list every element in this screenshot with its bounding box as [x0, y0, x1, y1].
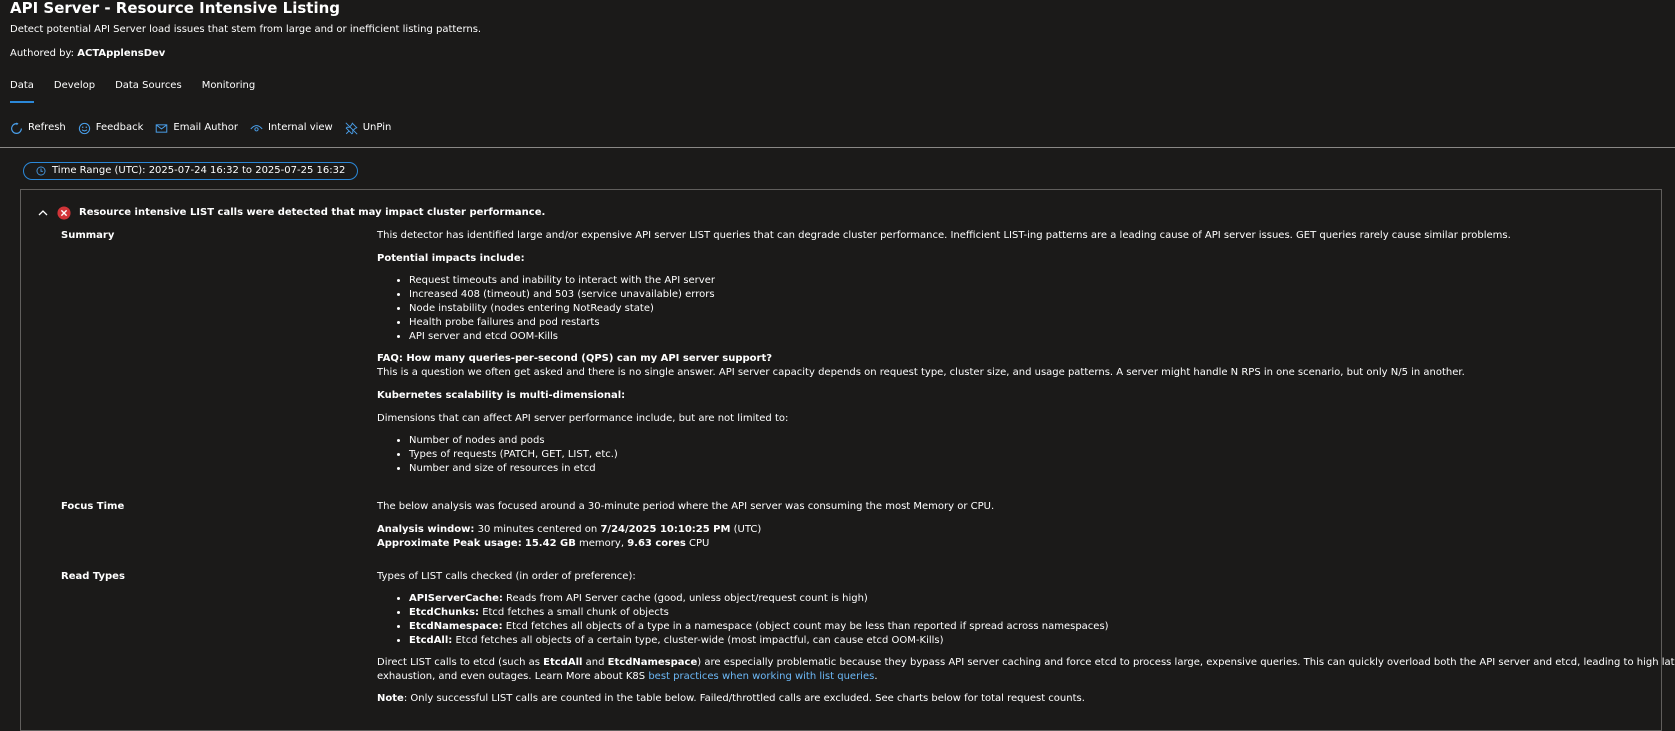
impacts-heading: Potential impacts include:	[377, 253, 525, 264]
clock-icon	[36, 166, 46, 176]
feedback-button[interactable]: Feedback	[78, 121, 144, 135]
summary-intro: This detector has identified large and/o…	[377, 230, 1511, 241]
list-item: EtcdNamespace: Etcd fetches all objects …	[409, 620, 1675, 634]
list-item: Number of nodes and pods	[409, 434, 1511, 448]
insight-panel: Resource intensive LIST calls were detec…	[20, 189, 1675, 731]
refresh-label: Refresh	[28, 122, 66, 133]
dimensions-list: Number of nodes and pods Types of reques…	[377, 434, 1511, 476]
list-item: Node instability (nodes entering NotRead…	[409, 302, 1511, 316]
unpin-button[interactable]: UnPin	[345, 121, 392, 135]
email-author-button[interactable]: Email Author	[155, 121, 238, 135]
email-author-label: Email Author	[173, 122, 238, 133]
list-item: APIServerCache: Reads from API Server ca…	[409, 592, 1675, 606]
direct-list-paragraph: Direct LIST calls to etcd (such as EtcdA…	[377, 657, 1675, 682]
time-range-button[interactable]: Time Range (UTC): 2025-07-24 16:32 to 20…	[23, 162, 359, 180]
read-types-list: APIServerCache: Reads from API Server ca…	[377, 592, 1675, 648]
focus-intro: The below analysis was focused around a …	[377, 501, 995, 512]
analysis-window: Analysis window: 30 minutes centered on …	[377, 524, 762, 535]
insight-title: Resource intensive LIST calls were detec…	[79, 207, 546, 218]
list-item: Health probe failures and pod restarts	[409, 316, 1511, 330]
tab-data[interactable]: Data	[10, 79, 34, 103]
refresh-button[interactable]: Refresh	[10, 121, 66, 135]
tab-monitoring[interactable]: Monitoring	[202, 79, 255, 103]
tab-data-sources[interactable]: Data Sources	[115, 79, 182, 103]
page-title: API Server - Resource Intensive Listing	[10, 0, 340, 17]
focus-time-label: Focus Time	[61, 501, 125, 512]
note-paragraph: Note: Only successful LIST calls are cou…	[377, 693, 1085, 704]
unpin-icon	[345, 121, 358, 135]
summary-label: Summary	[61, 230, 115, 241]
read-types-content: Types of LIST calls checked (in order of…	[377, 570, 1675, 706]
smiley-icon	[78, 122, 90, 134]
list-item: Number and size of resources in etcd	[409, 462, 1511, 476]
eye-icon	[250, 124, 263, 131]
impacts-list: Request timeouts and inability to intera…	[377, 274, 1511, 344]
author-name: ACTApplensDev	[77, 48, 166, 59]
list-item: Increased 408 (timeout) and 503 (service…	[409, 288, 1511, 302]
tab-develop[interactable]: Develop	[54, 79, 95, 103]
mail-icon	[156, 123, 168, 133]
faq-question: FAQ: How many queries-per-second (QPS) c…	[377, 353, 773, 364]
divider	[0, 147, 1675, 148]
refresh-icon	[11, 121, 22, 134]
list-item: Request timeouts and inability to intera…	[409, 274, 1511, 288]
faq-answer: This is a question we often get asked an…	[377, 367, 1465, 378]
tab-bar: Data Develop Data Sources Monitoring	[10, 79, 255, 103]
internal-view-label: Internal view	[267, 122, 333, 133]
time-range-label: Time Range (UTC): 2025-07-24 16:32 to 20…	[52, 165, 346, 176]
read-types-label: Read Types	[61, 571, 125, 582]
author-label: Authored by:	[10, 48, 75, 59]
list-item: EtcdChunks: Etcd fetches a small chunk o…	[409, 606, 1675, 620]
unpin-label: UnPin	[362, 122, 392, 133]
error-icon	[57, 206, 71, 220]
list-item: EtcdAll: Etcd fetches all objects of a c…	[409, 634, 1675, 648]
dimensions-intro: Dimensions that can affect API server pe…	[377, 413, 789, 424]
page-description: Detect potential API Server load issues …	[10, 24, 482, 35]
summary-content: This detector has identified large and/o…	[377, 229, 1511, 476]
list-item: API server and etcd OOM-Kills	[409, 330, 1511, 344]
peak-usage: Approximate Peak usage: 15.42 GB memory,…	[377, 538, 710, 549]
feedback-label: Feedback	[95, 122, 144, 133]
focus-time-content: The below analysis was focused around a …	[377, 500, 994, 551]
scalability-heading: Kubernetes scalability is multi-dimensio…	[377, 390, 626, 401]
internal-view-button[interactable]: Internal view	[250, 121, 333, 135]
list-item: Types of requests (PATCH, GET, LIST, etc…	[409, 448, 1511, 462]
insight-header[interactable]: Resource intensive LIST calls were detec…	[37, 206, 545, 220]
best-practices-link[interactable]: best practices when working with list qu…	[648, 671, 874, 682]
command-bar: Refresh Feedback Email Author Internal v…	[10, 121, 391, 135]
chevron-up-icon[interactable]	[37, 207, 49, 219]
author-line: Authored by: ACTApplensDev	[10, 47, 165, 61]
read-types-intro: Types of LIST calls checked (in order of…	[377, 571, 636, 582]
